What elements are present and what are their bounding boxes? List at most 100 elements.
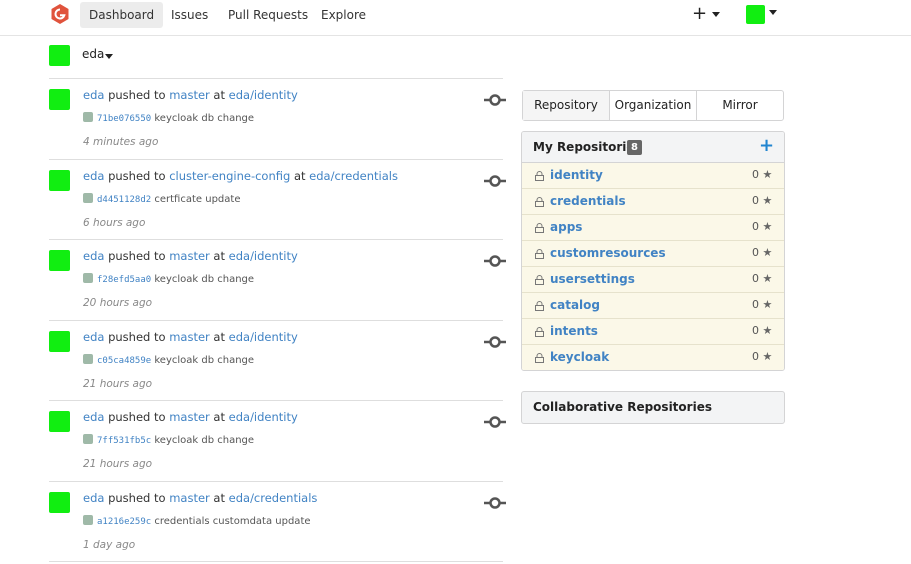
branch-link[interactable]: master [169,249,210,263]
repo-list-item[interactable]: catalog 0 ★ [522,293,784,319]
collaborative-repositories-panel: Collaborative Repositories [521,391,785,424]
context-switcher-label[interactable]: eda [82,47,104,61]
branch-link[interactable]: master [169,491,210,505]
star-count: 0 [752,194,759,207]
repo-list-item[interactable]: apps 0 ★ [522,215,784,241]
user-menu-chevron-down-icon[interactable] [769,10,777,15]
repo-stars: 0 ★ [752,194,772,207]
feed-timestamp: 1 day ago [83,538,136,551]
actor-avatar[interactable] [49,491,70,513]
feed-action-line: eda pushed to master at eda/identity [83,249,298,263]
star-icon: ★ [762,246,773,259]
feed-timestamp: 20 hours ago [83,297,153,309]
nav-issues[interactable]: Issues [162,2,217,28]
commit-sha-link[interactable]: 71be076550 [97,114,151,124]
actor-link[interactable]: eda [83,169,104,183]
git-commit-icon [484,335,506,348]
commit-sha-link[interactable]: a1216e259c [97,517,151,527]
actor-link[interactable]: eda [83,491,104,505]
nav-pull-requests[interactable]: Pull Requests [219,2,317,28]
tab-repository[interactable]: Repository [523,91,610,120]
gitea-logo-icon[interactable] [49,3,71,25]
commit-line: f28efd5aa0 keycloak db change [83,273,254,285]
branch-link[interactable]: cluster-engine-config [169,169,290,183]
repo-link[interactable]: eda/identity [229,410,298,424]
repo-list-item[interactable]: intents 0 ★ [522,319,784,345]
repo-name-link[interactable]: identity [550,168,603,182]
commit-avatar-icon [83,192,93,203]
star-count: 0 [752,298,759,311]
branch-link[interactable]: master [169,88,210,102]
actor-link[interactable]: eda [83,88,104,102]
commit-avatar-icon [83,273,93,283]
repo-list-item[interactable]: identity 0 ★ [522,163,784,189]
top-nav: Dashboard Issues Pull Requests Explore + [0,0,911,36]
star-icon: ★ [762,324,773,337]
repo-list-item[interactable]: credentials 0 ★ [522,189,784,215]
action-at: at [213,88,225,102]
feed-item: eda pushed to master at eda/identity f28… [49,240,506,321]
commit-sha-link[interactable]: f28efd5aa0 [97,275,151,285]
feed-timestamp: 21 hours ago [83,458,153,470]
commit-line: 7ff531fb5c keycloak db change [83,434,254,446]
action-at: at [213,410,225,424]
repo-list-item[interactable]: customresources 0 ★ [522,241,784,267]
actor-avatar[interactable] [49,330,70,352]
branch-link[interactable]: master [169,330,210,344]
commit-sha-link[interactable]: 7ff531fb5c [97,436,151,446]
nav-explore[interactable]: Explore [312,2,375,28]
star-count: 0 [752,350,759,363]
my-repositories-title: My Repositories [533,140,642,154]
commit-sha-link[interactable]: d4451128d2 [97,195,151,205]
repo-name-link[interactable]: catalog [550,298,600,312]
commit-message: credentials customdata update [154,515,311,527]
repo-list-item[interactable]: usersettings 0 ★ [522,267,784,293]
commit-message: keycloak db change [154,354,255,366]
action-verb: pushed to [108,329,166,344]
lock-icon [535,197,544,207]
actor-avatar[interactable] [49,169,70,191]
repo-name-link[interactable]: intents [550,324,598,338]
actor-avatar[interactable] [49,250,70,271]
actor-avatar[interactable] [49,411,70,432]
action-verb: pushed to [108,249,166,263]
feed-action-line: eda pushed to master at eda/identity [83,410,298,424]
commit-line: 71be076550 keycloak db change [83,112,254,124]
repo-link[interactable]: eda/credentials [229,491,318,505]
star-icon: ★ [762,350,773,363]
context-chevron-down-icon[interactable] [105,54,113,59]
repo-name-link[interactable]: apps [550,220,582,234]
repo-link[interactable]: eda/credentials [309,169,398,183]
add-repository-button[interactable]: + [759,136,774,156]
tab-mirror[interactable]: Mirror [697,91,783,120]
branch-link[interactable]: master [169,410,210,424]
repo-stars: 0 ★ [752,220,772,233]
actor-link[interactable]: eda [83,249,104,263]
git-commit-icon [484,496,506,509]
repo-link[interactable]: eda/identity [229,249,298,263]
repo-name-link[interactable]: usersettings [550,272,635,286]
create-menu-chevron-down-icon[interactable] [712,12,720,17]
tab-organization[interactable]: Organization [610,91,697,120]
action-at: at [213,490,225,505]
context-avatar[interactable] [49,45,70,66]
lock-icon [535,223,544,233]
repo-name-link[interactable]: customresources [550,246,666,260]
actor-link[interactable]: eda [83,410,104,424]
repo-link[interactable]: eda/identity [229,330,298,344]
star-count: 0 [752,324,759,337]
commit-avatar-icon [83,514,93,525]
actor-avatar[interactable] [49,89,70,110]
nav-dashboard[interactable]: Dashboard [80,2,164,28]
repo-name-link[interactable]: credentials [550,194,626,208]
create-new-button[interactable]: + [692,4,707,24]
feed-timestamp: 4 minutes ago [83,136,159,148]
repo-name-link[interactable]: keycloak [550,350,609,364]
actor-link[interactable]: eda [83,330,104,344]
user-avatar[interactable] [746,5,765,24]
action-at: at [213,329,225,344]
repo-link[interactable]: eda/identity [229,88,298,102]
commit-sha-link[interactable]: c05ca4859e [97,356,151,366]
repo-list-item[interactable]: keycloak 0 ★ [522,345,784,370]
action-verb: pushed to [108,168,166,183]
